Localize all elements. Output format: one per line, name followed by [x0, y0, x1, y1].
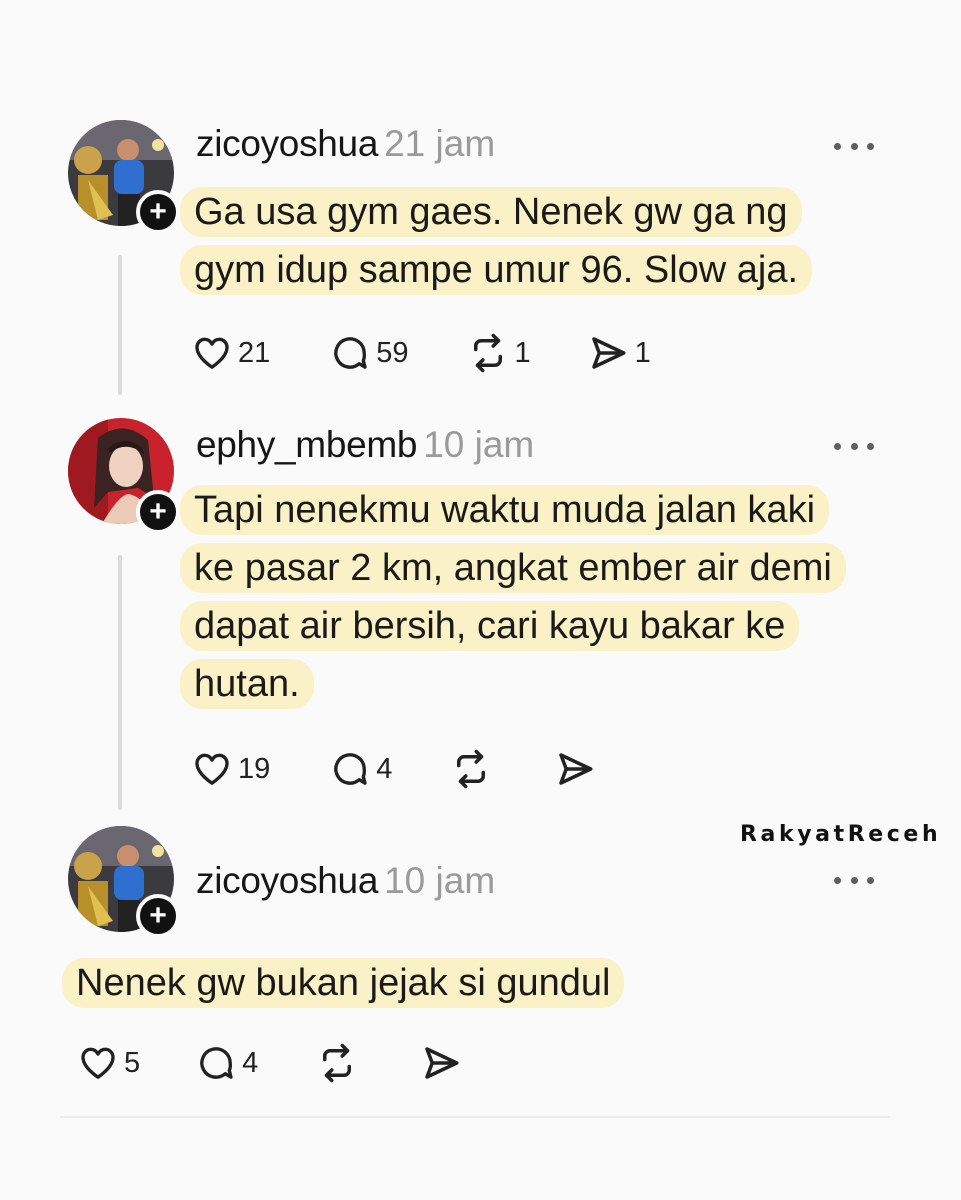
post-header: zicoyoshua 10 jam	[196, 860, 495, 902]
post-text-line: hutan.	[180, 659, 314, 709]
thread-connector-line	[118, 555, 122, 810]
repost-icon	[457, 749, 486, 789]
comment-bubble-icon	[334, 753, 367, 785]
follow-plus-icon[interactable]: +	[136, 490, 180, 534]
more-dots-icon[interactable]	[834, 136, 874, 156]
username[interactable]: zicoyoshua	[196, 860, 378, 901]
comment-bubble-icon	[200, 1047, 233, 1079]
repost-icon	[323, 1043, 352, 1083]
repost-button[interactable]: 1	[467, 332, 531, 374]
more-dots-icon[interactable]	[834, 870, 874, 890]
like-count: 19	[238, 752, 271, 785]
action-bar: 19 4	[192, 748, 602, 790]
timestamp: 10 jam	[423, 424, 535, 465]
post-text-line: dapat air bersih, cari kayu bakar ke	[180, 601, 800, 651]
like-count: 21	[238, 336, 271, 369]
more-dots-icon[interactable]	[834, 436, 874, 456]
post-text-line: gym idup sampe umur 96. Slow aja.	[180, 245, 813, 295]
like-button[interactable]: 19	[192, 749, 270, 789]
repost-count: 1	[514, 336, 531, 369]
post-header: zicoyoshua 21 jam	[196, 123, 495, 165]
post-text: Tapi nenekmu waktu muda jalan kaki ke pa…	[180, 485, 846, 717]
reply-button[interactable]: 59	[330, 333, 409, 373]
watermark: RakyatReceh	[740, 822, 942, 847]
follow-plus-icon[interactable]: +	[136, 894, 180, 938]
post-text-line: Ga usa gym gaes. Nenek gw ga ng	[180, 187, 802, 237]
post-text: Nenek gw bukan jejak si gundul	[62, 958, 625, 1016]
post-text-line: ke pasar 2 km, angkat ember air demi	[180, 543, 846, 593]
username[interactable]: ephy_mbemb	[196, 424, 417, 465]
like-button[interactable]: 5	[78, 1043, 140, 1083]
comment-bubble-icon	[334, 337, 367, 369]
like-count: 5	[124, 1046, 141, 1079]
reply-button[interactable]: 4	[330, 749, 392, 789]
action-bar: 5 4	[78, 1042, 468, 1084]
share-button[interactable]	[554, 748, 602, 790]
post-text-line: Tapi nenekmu waktu muda jalan kaki	[180, 485, 830, 535]
post-text-line: Nenek gw bukan jejak si gundul	[62, 958, 625, 1008]
send-icon	[425, 1047, 459, 1079]
share-button[interactable]	[420, 1042, 468, 1084]
heart-icon	[81, 1047, 115, 1079]
action-bar: 21 59 1 1	[192, 332, 651, 374]
timestamp: 10 jam	[384, 860, 496, 901]
repost-icon	[473, 333, 502, 373]
username[interactable]: zicoyoshua	[196, 123, 378, 164]
share-count: 1	[634, 336, 651, 369]
thread-connector-line	[118, 255, 122, 395]
repost-button[interactable]	[450, 748, 498, 790]
heart-icon	[195, 337, 229, 369]
heart-icon	[195, 753, 229, 785]
reply-button[interactable]: 4	[196, 1043, 258, 1083]
post-header: ephy_mbemb 10 jam	[196, 424, 534, 466]
reply-count: 4	[242, 1046, 259, 1079]
post-text: Ga usa gym gaes. Nenek gw ga ng gym idup…	[180, 187, 813, 303]
follow-plus-icon[interactable]: +	[136, 190, 180, 234]
divider	[60, 1116, 890, 1118]
repost-button[interactable]	[316, 1042, 364, 1084]
timestamp: 21 jam	[384, 123, 496, 164]
like-button[interactable]: 21	[192, 333, 270, 373]
reply-count: 59	[376, 336, 409, 369]
send-icon	[559, 753, 593, 785]
share-button[interactable]: 1	[587, 332, 651, 374]
send-icon	[591, 337, 626, 369]
reply-count: 4	[376, 752, 393, 785]
